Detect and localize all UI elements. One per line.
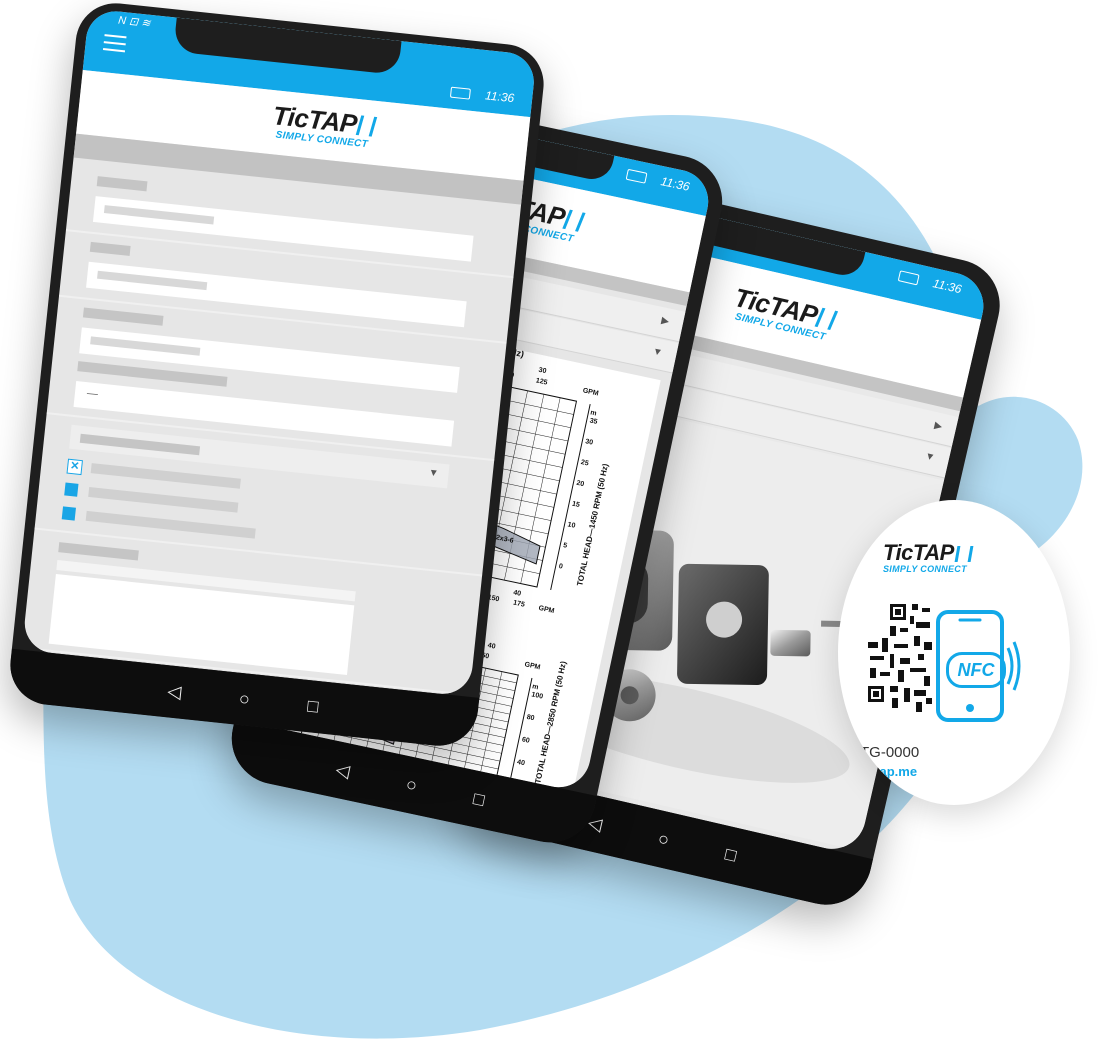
chevron-down-icon: ▼ — [428, 467, 440, 480]
logo-bars-icon — [954, 546, 974, 562]
checkbox-label — [85, 510, 256, 539]
recents-icon[interactable]: □ — [723, 844, 738, 867]
logo-bars-icon — [355, 115, 378, 137]
right-tick: 30 — [585, 438, 594, 446]
qr-code — [866, 602, 936, 717]
field-label — [82, 307, 164, 326]
battery-icon — [625, 168, 648, 184]
battery-icon — [897, 270, 920, 286]
recents-icon[interactable]: □ — [471, 788, 487, 811]
field-label — [96, 176, 148, 192]
top-gpm-label: GPM — [524, 661, 541, 671]
right-axis-label: TOTAL HEAD—2850 RPM (50 Hz) — [533, 660, 568, 784]
status-time: 11:36 — [659, 174, 691, 194]
phone-form: N ⊡ ≋ 11:36 TicTAP SIMPLY CONNECT — ▼ ✕ — [6, 0, 548, 750]
right-unit: m — [531, 683, 539, 691]
bottom-m3h-tick: 40 — [513, 589, 522, 597]
checkbox-label — [90, 463, 241, 489]
status-time: 11:36 — [931, 276, 963, 297]
menu-icon[interactable] — [104, 34, 127, 39]
field-label — [58, 542, 139, 561]
right-tick: 25 — [580, 459, 589, 467]
nfc-badge: NFC — [946, 652, 1006, 688]
logo-bars-icon — [562, 209, 586, 232]
right-tick: 20 — [576, 480, 585, 488]
battery-icon — [449, 86, 471, 100]
right-tick: 0 — [558, 563, 563, 571]
form-screen: N ⊡ ≋ 11:36 TicTAP SIMPLY CONNECT — ▼ ✕ — [21, 8, 537, 697]
status-time: 11:36 — [484, 88, 515, 106]
tag-url[interactable]: tictap.me — [860, 764, 917, 779]
nfc-status-icon: N ⊡ ≋ — [117, 14, 152, 30]
home-icon[interactable]: ○ — [238, 688, 251, 710]
home-icon[interactable]: ○ — [656, 828, 671, 851]
recents-icon[interactable]: □ — [306, 696, 319, 718]
text-field[interactable] — [79, 327, 460, 393]
top-gpm-label: GPM — [582, 387, 599, 397]
right-tick: 100 — [531, 691, 544, 700]
checkbox[interactable] — [61, 506, 76, 521]
home-icon[interactable]: ○ — [404, 774, 419, 797]
tag-id: TG-0000 — [860, 744, 920, 761]
nfc-logo: TicTAP SIMPLY CONNECT — [883, 540, 1003, 574]
select-value: — — [86, 387, 99, 401]
top-gpm-tick: 125 — [535, 377, 548, 386]
checkbox[interactable] — [64, 482, 79, 497]
right-tick: 35 — [589, 417, 598, 425]
expand-icon: ▶ — [933, 420, 944, 433]
right-tick: 40 — [516, 759, 525, 767]
nfc-tag-disc: TicTAP SIMPLY CONNECT NFC TG-0000 tictap… — [838, 500, 1070, 805]
collapse-icon: ▼ — [923, 450, 936, 464]
right-tick: 60 — [521, 736, 530, 744]
expand-icon: ▶ — [660, 315, 671, 328]
checkbox-checked[interactable]: ✕ — [66, 458, 83, 476]
logo-bars-icon — [814, 307, 839, 331]
bottom-gpm-label: GPM — [538, 605, 555, 615]
bottom-gpm-tick: 175 — [512, 599, 525, 608]
right-unit: m — [590, 409, 598, 417]
right-tick: 5 — [562, 542, 567, 550]
back-icon[interactable]: ◁ — [166, 681, 182, 703]
checkbox-label — [88, 486, 239, 513]
top-m3h-tick: 40 — [487, 642, 496, 650]
field-label — [89, 241, 131, 256]
top-m3h-tick: 30 — [538, 367, 547, 375]
back-icon[interactable]: ◁ — [334, 759, 352, 782]
right-tick: 10 — [567, 521, 576, 529]
right-tick: 80 — [526, 714, 535, 722]
collapse-icon: ▼ — [651, 346, 664, 359]
right-tick: 15 — [571, 501, 580, 509]
